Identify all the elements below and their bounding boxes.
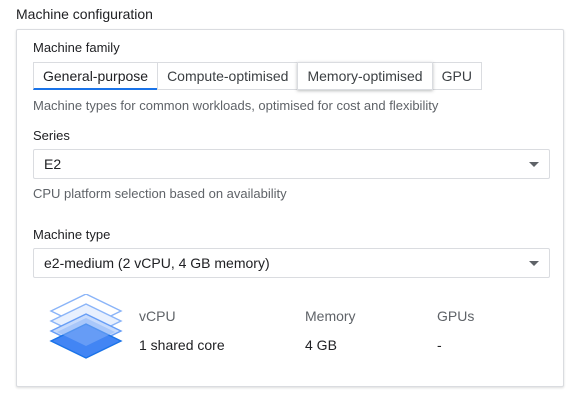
series-value: E2 [44,156,62,172]
series-label: Series [33,128,70,143]
machine-family-tabs: General-purpose Compute-optimised Memory… [33,62,482,92]
machine-type-select[interactable]: e2-medium (2 vCPU, 4 GB memory) [33,248,550,278]
spec-value: - [437,337,442,353]
machine-family-label: Machine family [33,40,120,55]
machine-specs: vCPU 1 shared core Memory 4 GB GPUs - [47,294,527,366]
spec-header: GPUs [437,308,475,324]
section-title: Machine configuration [16,6,153,22]
spec-gpus: GPUs - [437,308,474,353]
machine-family-hint: Machine types for common workloads, opti… [33,98,439,113]
tab-general-purpose[interactable]: General-purpose [33,62,159,90]
tab-compute-optimised[interactable]: Compute-optimised [157,62,299,90]
spec-memory: Memory 4 GB [305,308,356,353]
machine-type-value: e2-medium (2 vCPU, 4 GB memory) [44,255,270,271]
spec-value: 1 shared core [139,337,225,353]
dropdown-arrow-icon [529,261,539,266]
machine-config-card: Machine family General-purpose Compute-o… [16,29,564,387]
series-hint: CPU platform selection based on availabi… [33,186,287,201]
series-select[interactable]: E2 [33,149,550,179]
spec-vcpu: vCPU 1 shared core [139,308,225,353]
machine-type-label: Machine type [33,227,111,242]
tab-memory-optimised[interactable]: Memory-optimised [297,62,433,90]
dropdown-arrow-icon [529,162,539,167]
stacked-layers-icon [49,294,123,359]
spec-header: vCPU [139,308,176,324]
spec-value: 4 GB [305,337,337,353]
tab-gpu[interactable]: GPU [431,62,482,90]
spec-header: Memory [305,308,356,324]
